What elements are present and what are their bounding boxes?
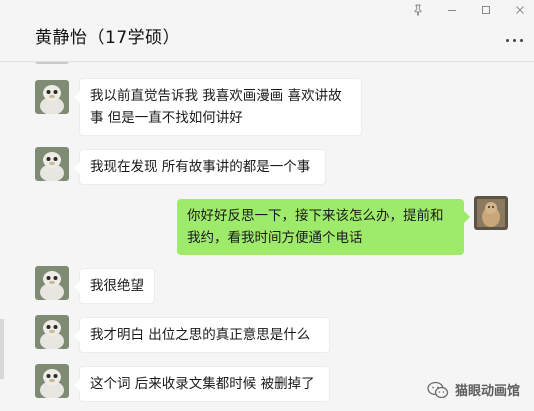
message-bubble[interactable]: 这个词 后来收录文集都时候 被删掉了 [74, 366, 330, 402]
more-icon[interactable] [504, 34, 526, 46]
message-bubble[interactable]: 你好好反思一下，接下来该怎么办，提前和 我约，看我时间方便通个电话 [177, 199, 470, 255]
message-bubble[interactable]: 我才明白 出位之思的真正意思是什么 [74, 317, 330, 353]
avatar[interactable] [35, 364, 69, 398]
chat-window: 黄静怡（17学硕） 我以前直觉告诉我 我喜欢画漫画 喜欢讲故 事 但是一直不找如… [0, 0, 534, 411]
message-line: 我以前直觉告诉我 我喜欢画漫画 喜欢讲故 [90, 88, 342, 104]
wechat-icon [427, 381, 449, 398]
message-line: 我才明白 出位之思的真正意思是什么 [90, 327, 311, 343]
watermark: 猫眼动画馆 [427, 380, 520, 399]
avatar[interactable] [35, 80, 69, 114]
avatar[interactable] [35, 315, 69, 349]
avatar[interactable] [35, 147, 69, 181]
message-bubble[interactable]: 我很绝望 [74, 268, 155, 304]
message-line: 我现在发现 所有故事讲的都是一个事 [90, 159, 311, 175]
avatar [35, 62, 69, 64]
message-bubble[interactable]: 我以前直觉告诉我 我喜欢画漫画 喜欢讲故 事 但是一直不找如何讲好 [74, 78, 362, 136]
watermark-text: 猫眼动画馆 [454, 384, 520, 399]
minimize-icon[interactable] [442, 4, 462, 20]
maximize-icon[interactable] [476, 4, 496, 20]
chat-header: 黄静怡（17学硕） [0, 0, 534, 62]
pin-icon[interactable] [408, 4, 428, 20]
avatar[interactable] [35, 266, 69, 300]
message-line: 你好好反思一下，接下来该怎么办，提前和 [187, 208, 444, 224]
message-line: 我约，看我时间方便通个电话 [187, 230, 363, 246]
chat-title: 黄静怡（17学硕） [35, 28, 181, 48]
avatar[interactable] [474, 196, 508, 230]
message-bubble[interactable]: 我现在发现 所有故事讲的都是一个事 [74, 149, 326, 185]
message-line: 我很绝望 [90, 278, 144, 294]
message-list[interactable]: 我以前直觉告诉我 我喜欢画漫画 喜欢讲故 事 但是一直不找如何讲好 我现在发现 … [0, 62, 534, 411]
close-icon[interactable] [510, 4, 530, 20]
scrollbar[interactable] [0, 319, 4, 379]
message-line: 这个词 后来收录文集都时候 被删掉了 [90, 376, 315, 392]
message-line: 事 但是一直不找如何讲好 [90, 110, 243, 126]
